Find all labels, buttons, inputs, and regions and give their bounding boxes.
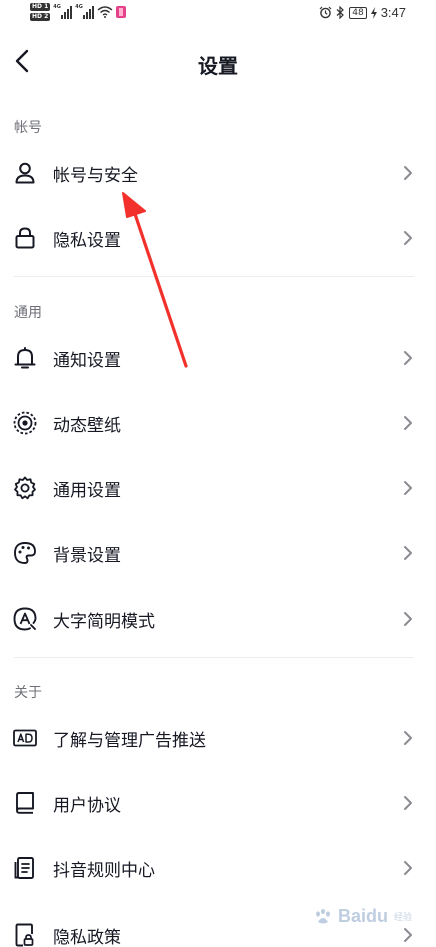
chevron-right-icon — [404, 796, 412, 810]
section-title-general: 通用 — [14, 305, 42, 321]
hd-indicators: HD 1 HD 2 — [30, 3, 51, 21]
wifi-icon — [97, 6, 113, 18]
bell-icon — [14, 347, 36, 369]
settings-item-user-agreement[interactable]: 用户协议 — [0, 778, 436, 828]
hd2-indicator: HD 2 — [30, 13, 51, 21]
signal-strength-icon: 4G — [53, 4, 73, 19]
large-font-icon — [13, 607, 37, 631]
privacy-doc-icon — [15, 923, 34, 947]
section-divider — [14, 276, 414, 277]
alarm-icon — [319, 6, 332, 19]
charging-icon — [370, 6, 377, 19]
app-notification-icon — [116, 6, 127, 18]
settings-item-dynamic-wallpaper[interactable]: 动态壁纸 — [0, 398, 436, 448]
baidu-watermark: Baidu 经验 — [314, 906, 412, 927]
ad-icon — [13, 729, 37, 747]
settings-item-label: 隐私设置 — [53, 231, 121, 251]
palette-icon — [14, 542, 36, 564]
settings-item-label: 了解与管理广告推送 — [53, 731, 206, 751]
paw-logo-icon — [315, 908, 330, 923]
settings-item-label: 帐号与安全 — [53, 166, 138, 186]
watermark-subtext: 经验 — [393, 913, 412, 923]
rules-doc-icon — [14, 857, 34, 879]
chevron-right-icon — [404, 861, 412, 875]
settings-item-label: 通知设置 — [53, 351, 121, 371]
settings-item-background-settings[interactable]: 背景设置 — [0, 528, 436, 578]
settings-item-ad-management[interactable]: 了解与管理广告推送 — [0, 713, 436, 763]
chevron-right-icon — [404, 928, 412, 942]
settings-item-general-settings[interactable]: 通用设置 — [0, 463, 436, 513]
chevron-right-icon — [404, 231, 412, 245]
settings-item-label: 抖音规则中心 — [53, 861, 155, 881]
status-bar: HD 1 HD 2 4G 4G 48 3:47 — [0, 0, 436, 28]
status-bar-right: 48 3:47 — [319, 5, 406, 20]
signal-strength-2-icon: 4G — [75, 4, 95, 19]
settings-item-label: 动态壁纸 — [53, 416, 121, 436]
page-header: 设置 — [0, 40, 436, 84]
settings-item-account-security[interactable]: 帐号与安全 — [0, 148, 436, 198]
settings-item-label: 通用设置 — [53, 481, 121, 501]
chevron-right-icon — [404, 416, 412, 430]
network-type-1: 4G — [53, 4, 61, 10]
battery-level: 48 — [349, 6, 367, 19]
chevron-right-icon — [404, 481, 412, 495]
section-title-account: 帐号 — [14, 120, 42, 136]
hd1-indicator: HD 1 — [30, 3, 51, 11]
section-title-about: 关于 — [14, 685, 42, 701]
settings-item-large-font-mode[interactable]: 大字简明模式 — [0, 594, 436, 644]
network-type-2: 4G — [75, 4, 83, 10]
chevron-right-icon — [404, 612, 412, 626]
chevron-right-icon — [404, 731, 412, 745]
dynamic-wallpaper-icon — [13, 411, 37, 435]
gear-icon — [14, 476, 36, 500]
section-divider — [14, 657, 414, 658]
page-title: 设置 — [198, 54, 238, 78]
settings-item-notification-settings[interactable]: 通知设置 — [0, 333, 436, 383]
settings-item-label: 隐私政策 — [53, 928, 121, 947]
settings-item-privacy-settings[interactable]: 隐私设置 — [0, 213, 436, 263]
book-icon — [16, 792, 34, 814]
person-icon — [15, 162, 35, 184]
clock: 3:47 — [380, 5, 406, 20]
chevron-right-icon — [404, 351, 412, 365]
settings-item-label: 背景设置 — [53, 546, 121, 566]
settings-item-label: 大字简明模式 — [53, 612, 155, 632]
chevron-right-icon — [404, 166, 412, 180]
lock-icon — [15, 227, 35, 249]
settings-item-label: 用户协议 — [53, 796, 121, 816]
settings-item-rules-center[interactable]: 抖音规则中心 — [0, 843, 436, 893]
bluetooth-icon — [336, 6, 345, 19]
chevron-right-icon — [404, 546, 412, 560]
status-bar-left: HD 1 HD 2 4G 4G — [30, 3, 127, 21]
watermark-text: Baidu — [337, 906, 388, 926]
